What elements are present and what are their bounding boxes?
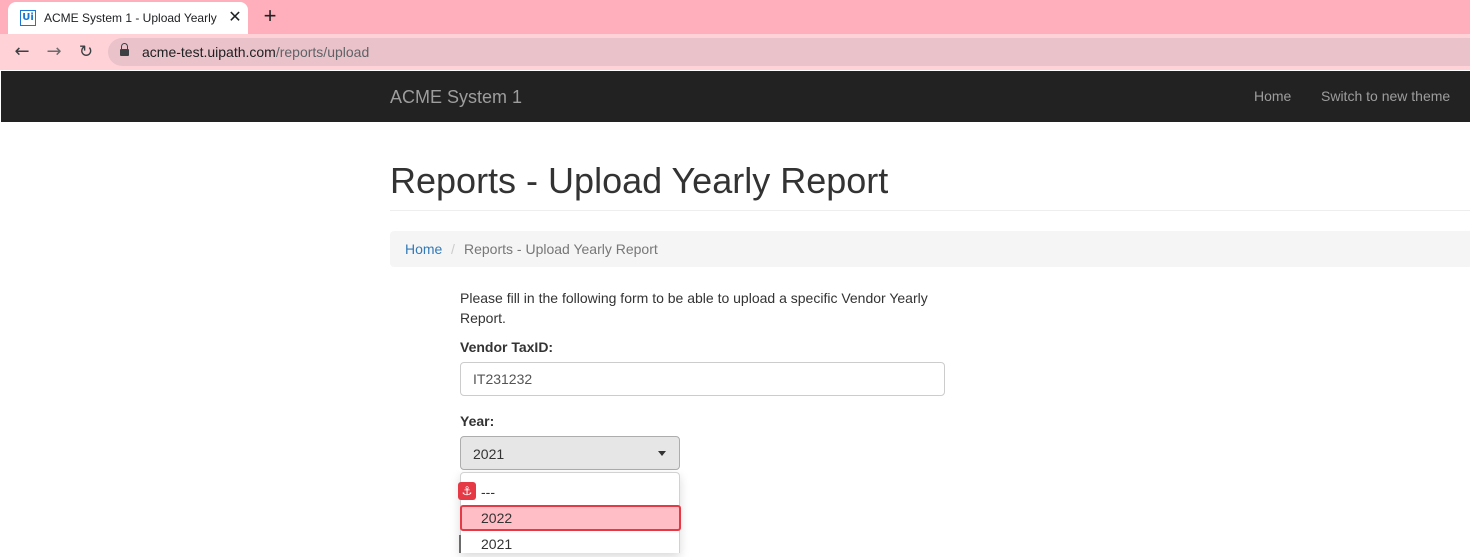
caret-down-icon [658, 451, 666, 456]
obscured-field-edge [459, 535, 461, 553]
site-navbar: ACME System 1 Home Switch to new theme [1, 71, 1470, 122]
browser-tab[interactable]: Ui ACME System 1 - Upload Yearly Report … [8, 2, 248, 34]
back-arrow-icon[interactable]: ← [10, 40, 34, 64]
url-host: acme-test.uipath.com [142, 44, 276, 60]
year-option-empty[interactable]: --- [461, 479, 679, 505]
reload-icon[interactable]: ↻ [74, 40, 98, 64]
uipath-favicon-icon: Ui [20, 10, 36, 26]
breadcrumb-separator: / [451, 241, 455, 257]
vendor-taxid-label: Vendor TaxID: [460, 339, 554, 355]
close-tab-icon[interactable]: ✕ [227, 8, 243, 28]
year-select-value: 2021 [473, 446, 505, 462]
title-divider [390, 210, 1470, 211]
new-tab-icon[interactable]: + [259, 4, 281, 28]
vendor-taxid-input[interactable] [460, 362, 945, 396]
year-option-2021[interactable]: 2021 [461, 531, 679, 557]
year-label: Year: [460, 413, 495, 429]
year-dropdown-list: --- 2022 2021 [460, 472, 681, 553]
year-option-2022[interactable]: 2022 [460, 505, 681, 531]
breadcrumb-current: Reports - Upload Yearly Report [464, 241, 658, 257]
forward-arrow-icon[interactable]: → [42, 40, 66, 64]
nav-link-switch-theme[interactable]: Switch to new theme [1321, 88, 1450, 104]
breadcrumb: Home / Reports - Upload Yearly Report [390, 231, 1470, 267]
browser-tabstrip: Ui ACME System 1 - Upload Yearly Report … [0, 0, 1470, 34]
nav-link-home[interactable]: Home [1254, 88, 1291, 104]
form-intro-text: Please fill in the following form to be … [460, 290, 928, 326]
page-title: Reports - Upload Yearly Report [390, 160, 889, 201]
url-text[interactable]: acme-test.uipath.com/reports/upload [142, 44, 369, 60]
url-path: /reports/upload [275, 44, 370, 60]
browser-toolbar: ← → ↻ acme-test.uipath.com/reports/uploa… [0, 34, 1470, 70]
year-select[interactable]: 2021 [460, 436, 680, 470]
anchor-icon: ⚓ [458, 482, 476, 500]
navbar-brand[interactable]: ACME System 1 [390, 87, 522, 108]
address-bar[interactable]: acme-test.uipath.com/reports/upload [108, 38, 1470, 66]
tab-title: ACME System 1 - Upload Yearly Report [44, 11, 220, 25]
breadcrumb-home-link[interactable]: Home [405, 241, 442, 257]
lock-icon[interactable] [120, 43, 129, 57]
